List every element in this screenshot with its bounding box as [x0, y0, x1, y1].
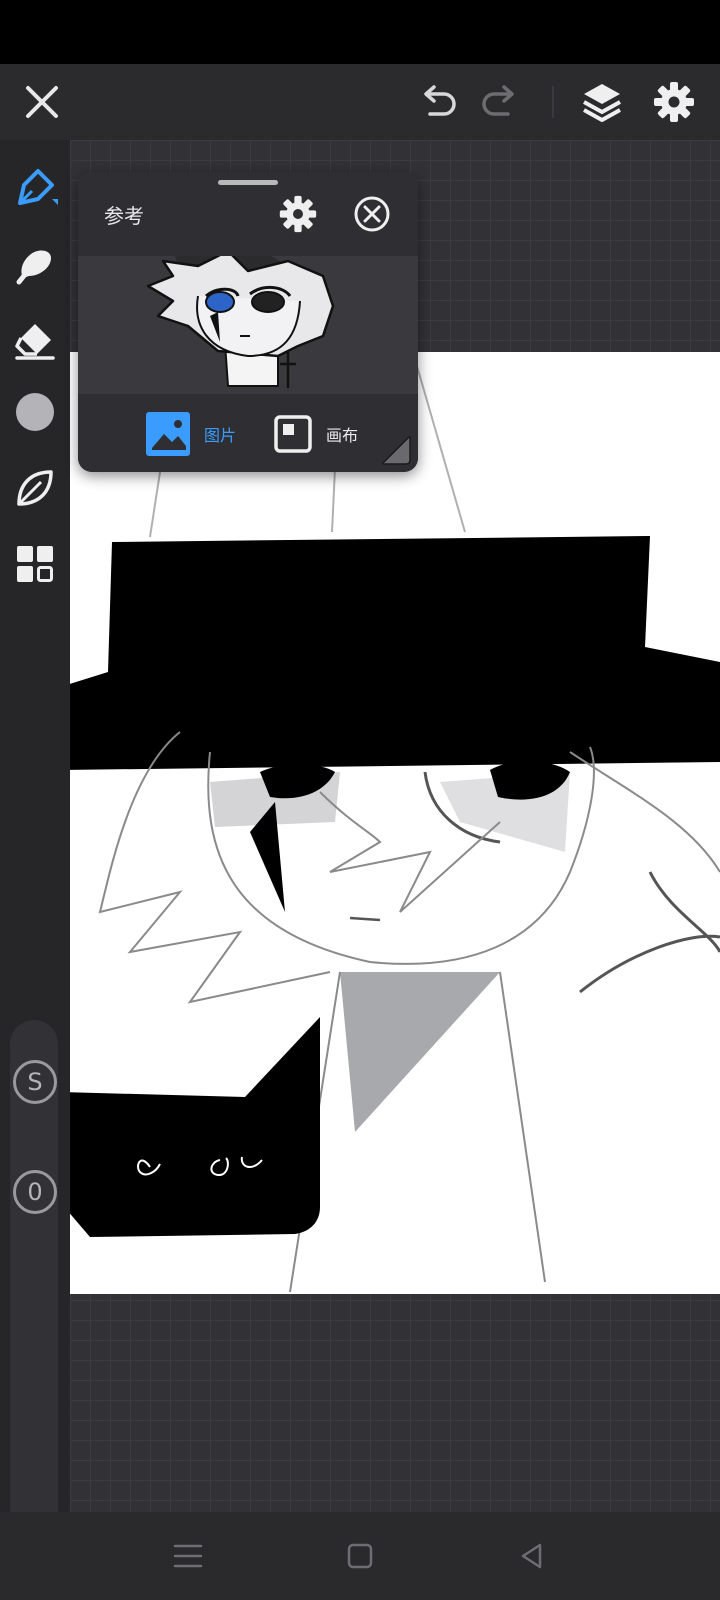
system-nav-bar — [0, 1512, 720, 1600]
back-button[interactable] — [510, 1534, 554, 1578]
smudge-tool[interactable] — [7, 236, 63, 292]
close-icon — [26, 86, 58, 118]
close-circle-icon — [354, 196, 390, 232]
opacity-label: 0 — [27, 1178, 43, 1206]
brush-size-button[interactable]: S — [13, 1060, 57, 1104]
gear-icon — [654, 82, 694, 122]
canvas-artwork — [70, 352, 720, 1293]
tool-sidebar: S 0 — [0, 140, 70, 1560]
tab-canvas[interactable]: 画布 — [274, 412, 358, 456]
opacity-button[interactable]: 0 — [13, 1170, 57, 1214]
redo-button[interactable] — [470, 72, 530, 132]
panel-drag-handle[interactable] — [218, 180, 278, 185]
home-square-icon — [347, 1543, 373, 1569]
recent-apps-button[interactable] — [166, 1534, 210, 1578]
resize-corner-icon — [382, 436, 411, 465]
reference-close-button[interactable] — [352, 194, 392, 234]
pen-tool[interactable] — [7, 160, 63, 216]
reference-settings-button[interactable] — [278, 194, 318, 234]
smudge-brush-icon — [16, 250, 51, 285]
reference-artwork — [146, 256, 335, 388]
reference-panel[interactable]: 参考 图片 画布 — [78, 172, 418, 472]
color-picker[interactable] — [7, 384, 63, 440]
layers-button[interactable] — [572, 72, 632, 132]
menu-icon — [173, 1544, 203, 1568]
grid-menu-icon — [17, 546, 53, 582]
status-bar — [0, 0, 720, 64]
tab-image[interactable]: 图片 — [146, 412, 236, 456]
leaf-tool[interactable] — [7, 460, 63, 516]
canvas-icon — [274, 415, 312, 453]
undo-button[interactable] — [408, 72, 468, 132]
pen-icon — [18, 169, 58, 205]
reference-image — [78, 256, 418, 394]
top-toolbar — [0, 64, 720, 140]
home-button[interactable] — [338, 1534, 382, 1578]
settings-button[interactable] — [644, 72, 704, 132]
image-icon — [146, 412, 190, 456]
close-button[interactable] — [12, 72, 72, 132]
layers-icon — [583, 84, 621, 122]
eraser-tool[interactable] — [7, 312, 63, 368]
panel-resize-handle[interactable] — [380, 434, 414, 468]
reference-panel-title: 参考 — [104, 204, 144, 228]
drawing-canvas[interactable] — [70, 352, 720, 1294]
eraser-icon — [15, 324, 55, 360]
back-triangle-icon — [521, 1543, 542, 1569]
reference-tabs: 图片 画布 — [78, 394, 418, 472]
leaf-icon — [17, 470, 53, 506]
color-picker-icon — [16, 393, 54, 431]
grid-menu-tool[interactable] — [7, 536, 63, 592]
undo-icon — [424, 85, 456, 116]
redo-icon — [482, 85, 514, 116]
tab-image-label: 图片 — [204, 426, 237, 445]
gear-icon — [279, 195, 317, 233]
toolbar-divider — [552, 86, 554, 118]
tab-canvas-label: 画布 — [326, 426, 359, 445]
brush-size-label: S — [27, 1068, 43, 1096]
